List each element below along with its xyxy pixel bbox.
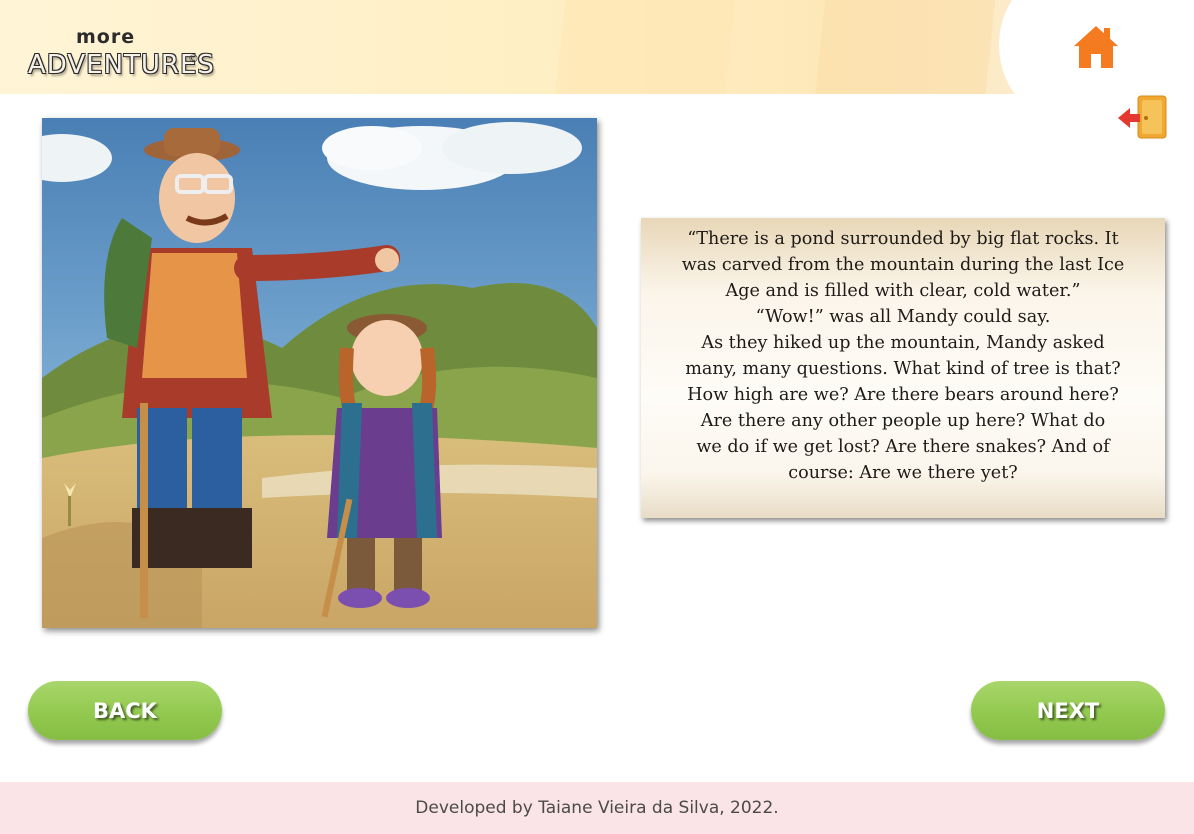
footer-bar: Developed by Taiane Vieira da Silva, 202… — [0, 782, 1194, 834]
story-line: “Wow!” was all Mandy could say. — [755, 307, 1051, 327]
header-bar: more ADVENTURES © — [0, 0, 1194, 94]
story-line: Age and is filled with clear, cold water… — [725, 281, 1081, 301]
footer-credit: Developed by Taiane Vieira da Silva, 202… — [415, 798, 779, 818]
logo-copyright-mark: © — [188, 52, 199, 65]
story-line: Are there any other people up here? What… — [700, 411, 1106, 431]
story-illustration — [42, 118, 597, 628]
story-line: “There is a pond surrounded by big flat … — [687, 229, 1119, 249]
story-line: many, many questions. What kind of tree … — [685, 359, 1121, 379]
next-button[interactable]: NEXT — [971, 681, 1165, 740]
header-decoration — [552, 0, 738, 94]
story-line: course: Are we there yet? — [788, 463, 1018, 483]
logo-bottom-text: ADVENTURES — [28, 50, 215, 80]
story-line: we do if we get lost? Are there snakes? … — [696, 437, 1110, 457]
story-line: was carved from the mountain during the … — [681, 255, 1125, 275]
story-line: How high are we? Are there bears around … — [687, 385, 1119, 405]
home-icon — [1074, 26, 1118, 68]
back-button-label: BACK — [93, 698, 157, 723]
exit-button[interactable] — [1116, 94, 1168, 142]
story-line: As they hiked up the mountain, Mandy ask… — [701, 333, 1105, 353]
logo-top-text: more — [76, 26, 136, 48]
story-text-card: “There is a pond surrounded by big flat … — [641, 218, 1165, 518]
exit-door-icon — [1118, 95, 1167, 139]
home-button[interactable] — [1072, 24, 1120, 70]
header-decoration — [812, 0, 998, 94]
next-button-label: NEXT — [1036, 698, 1100, 723]
app-logo: more ADVENTURES © — [28, 26, 214, 86]
back-button[interactable]: BACK — [28, 681, 222, 740]
